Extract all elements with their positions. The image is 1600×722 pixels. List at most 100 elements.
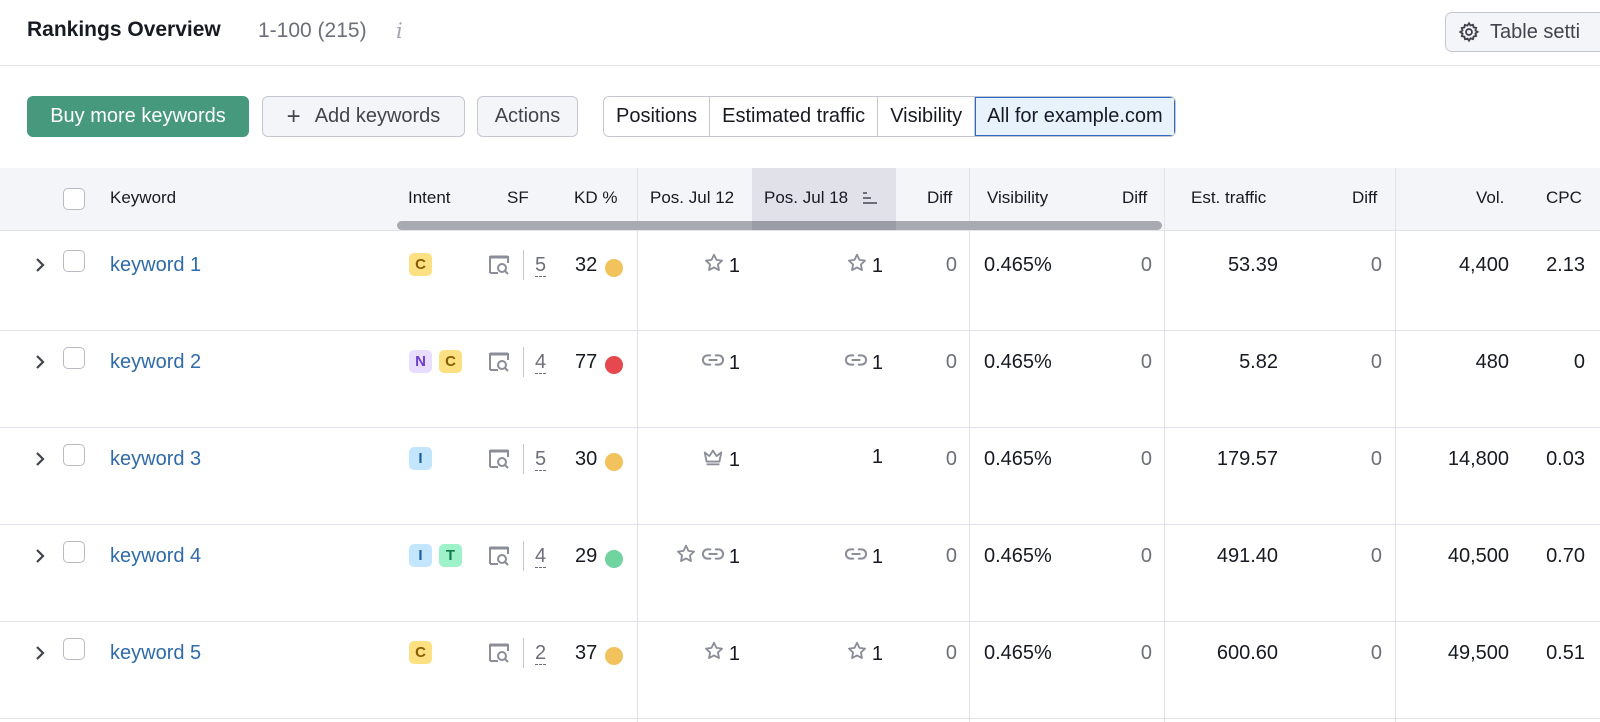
row-checkbox[interactable] [63,444,85,466]
col-diff-traffic[interactable]: Diff [1352,188,1377,208]
serp-features-count[interactable]: 2 [535,642,547,665]
visibility-diff: 0 [1140,545,1152,567]
difficulty-indicator [605,647,623,665]
col-est-traffic[interactable]: Est. traffic [1191,188,1266,208]
keyword-link[interactable]: keyword 1 [110,254,201,277]
add-keywords-button[interactable]: + Add keywords [262,96,465,137]
intent-badge[interactable]: I [409,544,432,567]
position-jul-18: 1 [846,252,883,280]
serp-features-icon[interactable] [486,254,512,276]
intent-badge[interactable]: C [439,350,462,373]
serp-features-icon[interactable] [486,448,512,470]
est-traffic-value: 5.82 [1239,351,1278,373]
expand-chevron-icon[interactable] [33,256,47,274]
intent-badge[interactable]: T [439,544,462,567]
expand-chevron-icon[interactable] [33,547,47,565]
col-volume[interactable]: Vol. [1476,188,1504,208]
keyword-link[interactable]: keyword 2 [110,351,201,374]
tab-all-for-domain[interactable]: All for example.com [975,97,1175,136]
col-cpc[interactable]: CPC [1546,188,1582,208]
divider [523,250,524,280]
visibility-value: 0.465% [984,642,1052,664]
position-jul-12: 1 [701,349,740,377]
row-checkbox[interactable] [63,250,85,272]
difficulty-indicator [605,259,623,277]
keyword-difficulty: 37 [575,642,598,664]
divider [523,638,524,668]
star-icon [846,640,868,668]
intent-badge[interactable]: N [409,350,432,373]
position-value: 1 [871,446,883,468]
difficulty-indicator [605,550,623,568]
col-diff-visibility[interactable]: Diff [1122,188,1147,208]
position-jul-12: 1 [701,446,740,474]
info-icon[interactable]: i [396,19,403,43]
position-diff: 0 [945,642,957,664]
search-volume: 40,500 [1447,545,1509,567]
plus-icon: + [286,102,301,130]
est-traffic-value: 179.57 [1216,448,1278,470]
serp-features-icon[interactable] [486,351,512,373]
tab-positions[interactable]: Positions [604,97,711,136]
serp-features-count[interactable]: 5 [535,448,547,471]
intent-badge[interactable]: I [409,447,432,470]
serp-features-count[interactable]: 5 [535,254,547,277]
col-pos-jul-12[interactable]: Pos. Jul 12 [650,188,734,208]
col-visibility[interactable]: Visibility [987,188,1048,208]
keyword-link[interactable]: keyword 5 [110,642,201,665]
divider [523,541,524,571]
visibility-diff: 0 [1140,448,1152,470]
col-keyword[interactable]: Keyword [110,188,176,208]
traffic-diff: 0 [1370,642,1382,664]
serp-features-count[interactable]: 4 [535,545,547,568]
intent-badge[interactable]: C [409,253,432,276]
star-icon [675,543,697,571]
col-pos-jul-18[interactable]: Pos. Jul 18 [764,188,848,208]
col-kd[interactable]: KD % [574,188,617,208]
link-icon [701,349,725,377]
results-range: 1-100 (215) [258,19,367,42]
star-icon [846,252,868,280]
est-traffic-value: 600.60 [1216,642,1278,664]
gear-icon [1458,21,1480,43]
col-intent[interactable]: Intent [408,188,451,208]
serp-features-count[interactable]: 4 [535,351,547,374]
serp-features-icon[interactable] [486,642,512,664]
actions-button[interactable]: Actions [477,96,578,137]
position-value: 1 [871,642,883,665]
buy-more-keywords-button[interactable]: Buy more keywords [27,96,249,137]
view-segmented-control: Positions Estimated traffic Visibility A… [603,96,1176,137]
keyword-link[interactable]: keyword 4 [110,545,201,568]
position-jul-12: 1 [703,252,740,280]
visibility-value: 0.465% [984,351,1052,373]
sort-icon[interactable] [862,190,878,206]
visibility-value: 0.465% [984,448,1052,470]
select-all-checkbox[interactable] [63,188,85,210]
row-checkbox[interactable] [63,541,85,563]
col-diff-position[interactable]: Diff [927,188,952,208]
serp-features-icon[interactable] [486,545,512,567]
traffic-diff: 0 [1370,448,1382,470]
expand-chevron-icon[interactable] [33,644,47,662]
col-sf[interactable]: SF [507,188,529,208]
intent-badge[interactable]: C [409,641,432,664]
tab-estimated-traffic[interactable]: Estimated traffic [710,97,879,136]
table-settings-button[interactable]: Table setti [1445,12,1600,52]
keyword-link[interactable]: keyword 3 [110,448,201,471]
cpc-value: 0 [1573,351,1585,373]
crown-icon [701,446,725,474]
star-icon [703,252,725,280]
position-value: 1 [871,351,883,374]
difficulty-indicator [605,453,623,471]
position-jul-18: 1 [846,640,883,668]
search-volume: 4,400 [1458,254,1509,276]
position-diff: 0 [945,351,957,373]
expand-chevron-icon[interactable] [33,353,47,371]
expand-chevron-icon[interactable] [33,450,47,468]
tab-visibility[interactable]: Visibility [878,97,976,136]
row-checkbox[interactable] [63,638,85,660]
position-jul-12: 1 [675,543,740,571]
table-settings-label: Table setti [1490,20,1581,43]
row-checkbox[interactable] [63,347,85,369]
search-volume: 49,500 [1447,642,1509,664]
